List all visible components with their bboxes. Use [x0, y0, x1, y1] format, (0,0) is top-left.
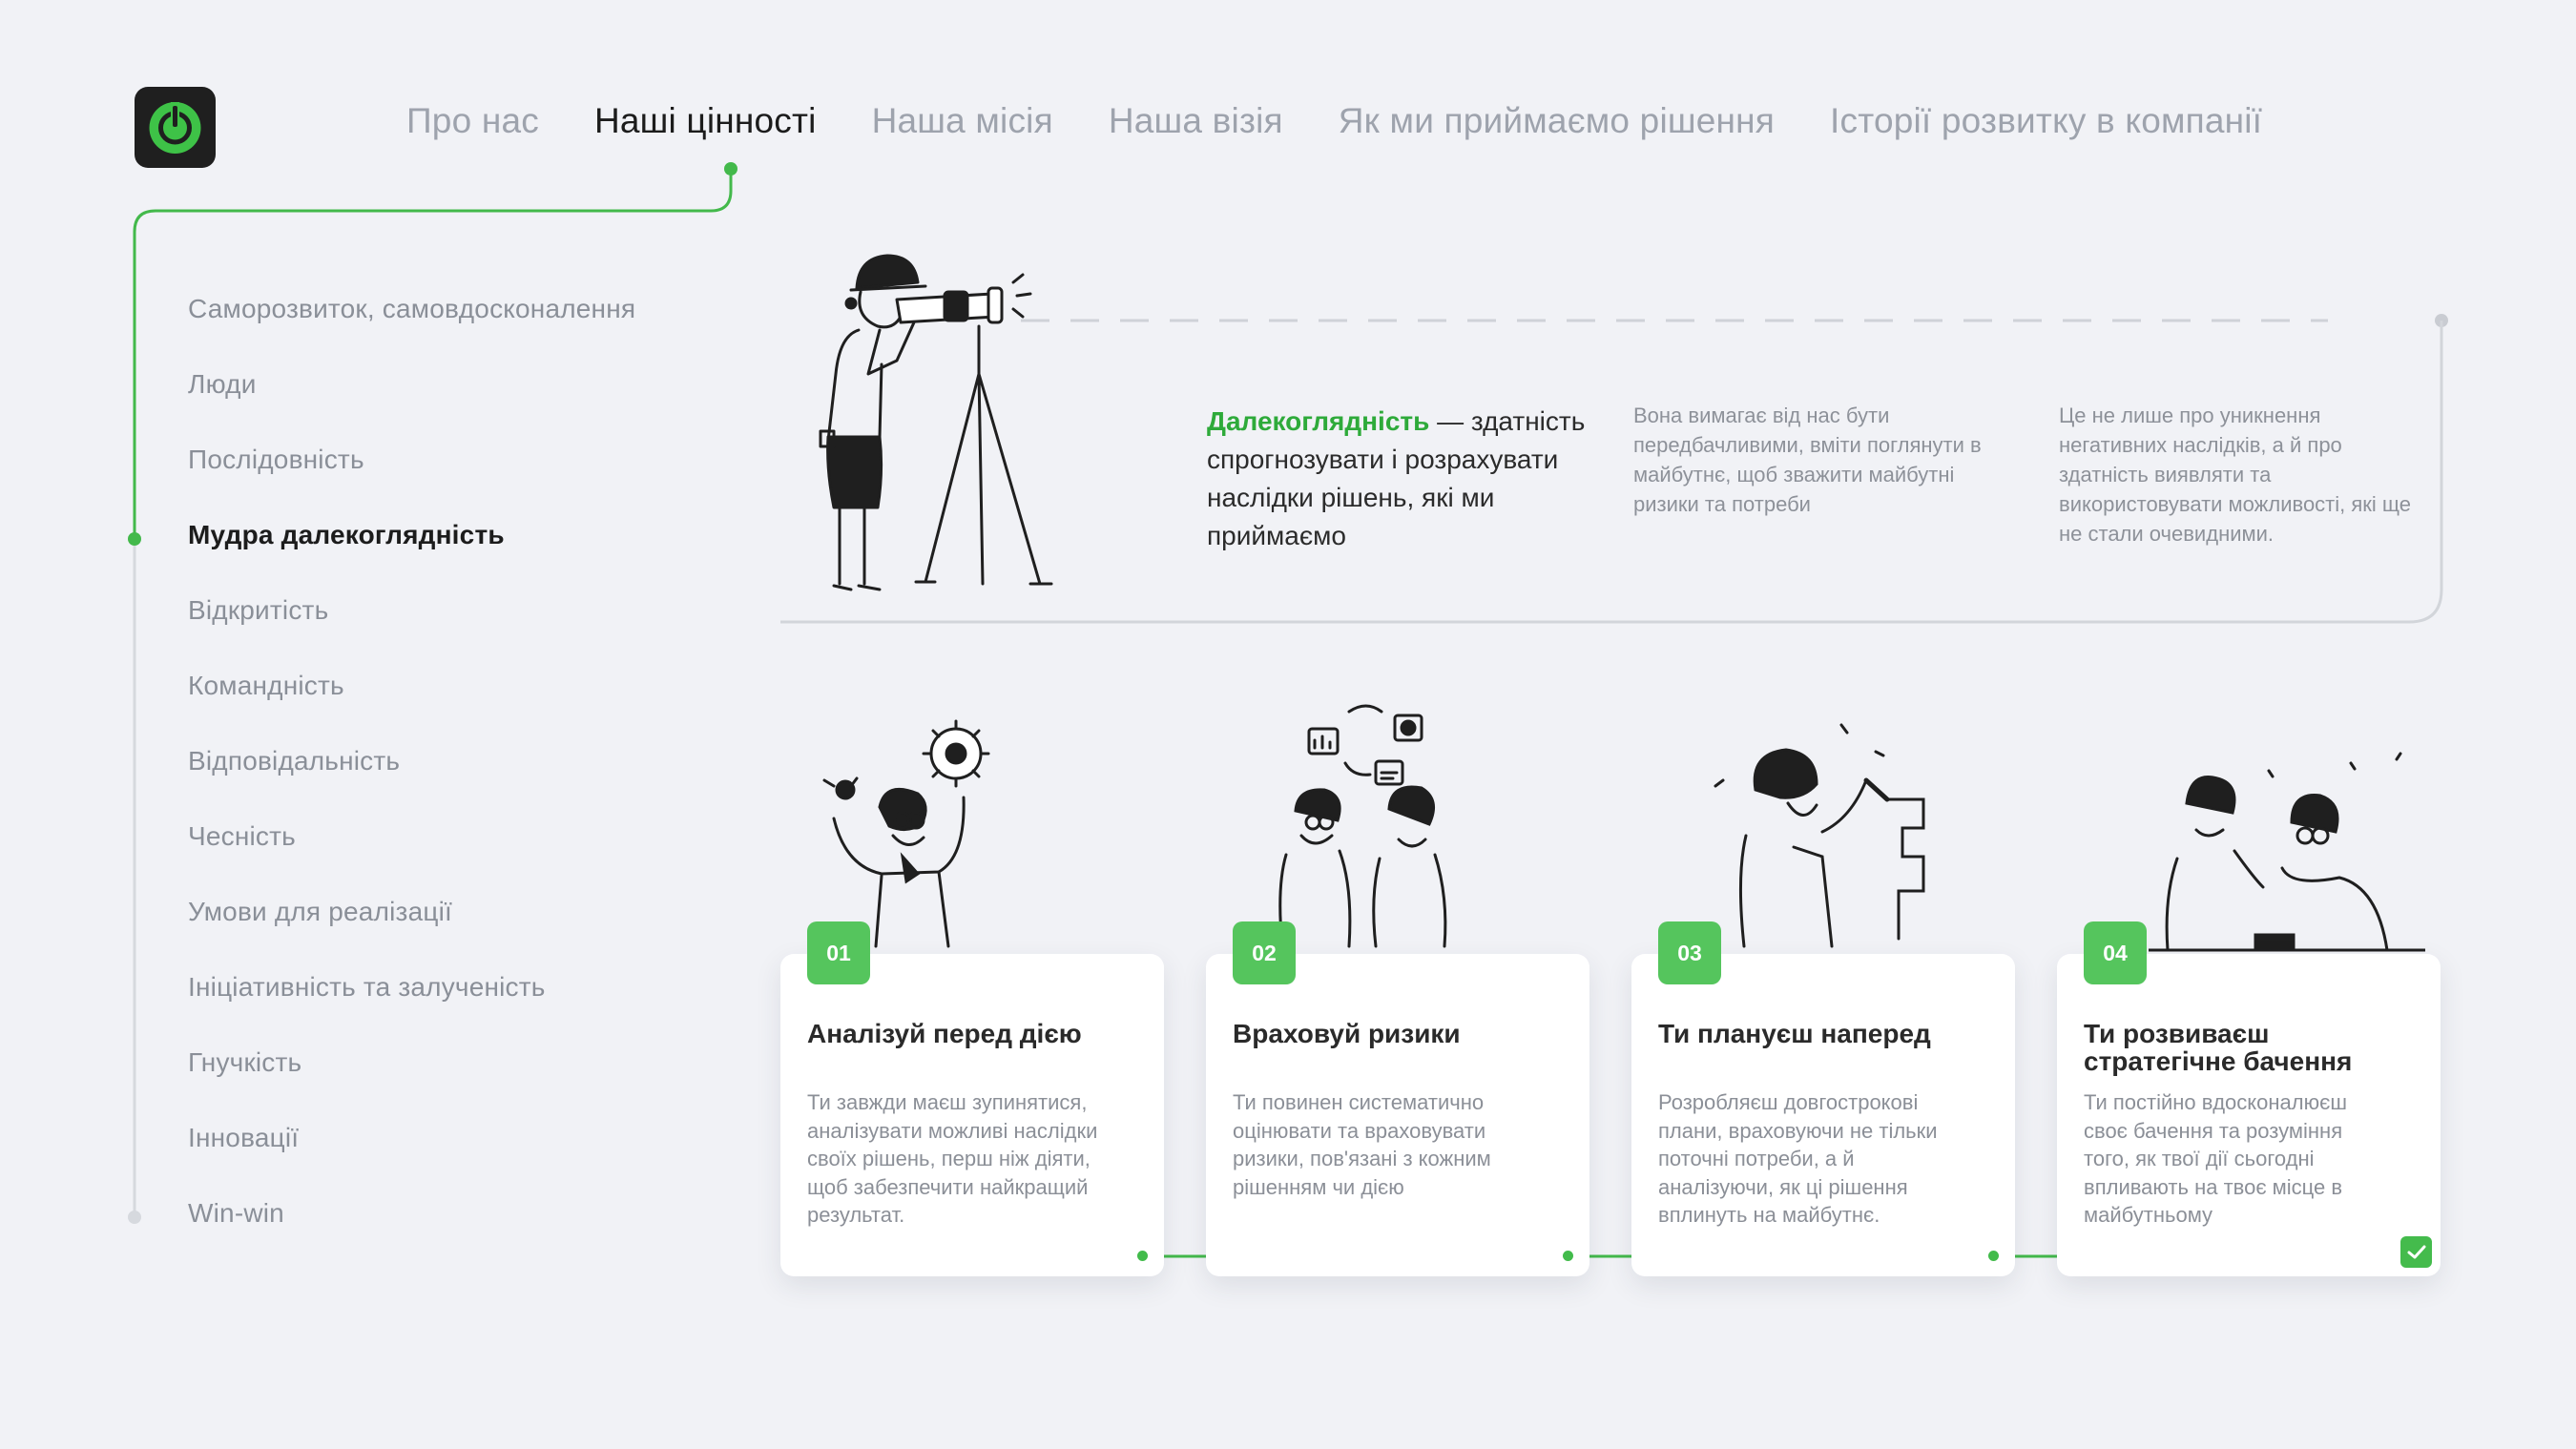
card-progress-dot	[1137, 1251, 1148, 1261]
tab-vision[interactable]: Наша візія	[1109, 101, 1283, 141]
top-navigation: Про нас Наші цінності Наша місія Наша ві…	[406, 101, 2262, 141]
card-progress-dot	[1988, 1251, 1999, 1261]
analyze-illustration	[822, 719, 990, 948]
checkmark-icon	[2407, 1245, 2425, 1258]
card-title: Ти плануєш наперед	[1658, 1019, 1931, 1048]
sidebar-item-consistency[interactable]: Послідовність	[188, 445, 364, 475]
planning-illustration	[1714, 723, 1925, 948]
foresight-note-1: Вона вимагає від нас бути передбачливими…	[1633, 404, 1982, 516]
telescope-illustration	[819, 254, 1053, 591]
card-title: Ти розвиваєш стратегічне бачення	[2084, 1019, 2353, 1076]
card-body: Ти завжди маєш зупинятися, аналізувати м…	[807, 1090, 1098, 1227]
tab-about[interactable]: Про нас	[406, 101, 539, 141]
card-body: Розробляєш довгострокові плани, враховую…	[1658, 1090, 1938, 1227]
sidebar-item-honesty[interactable]: Чесність	[188, 821, 296, 852]
sidebar-item-responsibility[interactable]: Відповідальність	[188, 746, 400, 776]
sidebar-item-self-development[interactable]: Саморозвиток, самовдосконалення	[188, 294, 635, 324]
card-progress-dot	[1563, 1251, 1573, 1261]
tab-decisions[interactable]: Як ми приймаємо рішення	[1339, 101, 1775, 141]
card-number-badge: 02	[1233, 921, 1296, 984]
foresight-term: Далекоглядність	[1207, 406, 1430, 436]
app-logo[interactable]	[135, 87, 216, 168]
sidebar-item-people[interactable]: Люди	[188, 369, 257, 400]
card-title: Враховуй ризики	[1233, 1019, 1461, 1048]
strategy-illustration	[2149, 752, 2425, 952]
sidebar-item-flexibility[interactable]: Гнучкість	[188, 1047, 301, 1078]
card-number-badge: 01	[807, 921, 870, 984]
card-body: Ти постійно вдосконалюєш своє бачення та…	[2084, 1090, 2347, 1227]
tab-values[interactable]: Наші цінності	[594, 101, 817, 141]
card-number-badge: 03	[1658, 921, 1721, 984]
foresight-note-2: Це не лише про уникнення негативних насл…	[2059, 404, 2411, 546]
card-number-badge: 04	[2084, 921, 2147, 984]
sidebar-item-openness[interactable]: Відкритість	[188, 595, 328, 626]
sidebar-item-teamwork[interactable]: Командність	[188, 671, 344, 701]
sidebar-item-win-win[interactable]: Win-win	[188, 1198, 284, 1229]
tab-growth-stories[interactable]: Історії розвитку в компанії	[1830, 101, 2262, 141]
card-body: Ти повинен систематично оцінювати та вра…	[1233, 1090, 1491, 1199]
foresight-definition: Далекоглядність — здатність спрогнозуват…	[1207, 403, 1608, 555]
card-title: Аналізуй перед дією	[807, 1019, 1082, 1048]
risks-illustration	[1278, 704, 1447, 948]
sidebar-item-innovation[interactable]: Інновації	[188, 1123, 299, 1153]
power-icon	[149, 102, 201, 154]
completed-check	[2400, 1236, 2432, 1268]
tab-mission[interactable]: Наша місія	[872, 101, 1053, 141]
sidebar-item-initiative[interactable]: Ініціативність та залученість	[188, 972, 546, 1003]
sidebar-item-conditions[interactable]: Умови для реалізації	[188, 897, 452, 927]
sidebar-item-foresight[interactable]: Мудра далекоглядність	[188, 520, 505, 550]
